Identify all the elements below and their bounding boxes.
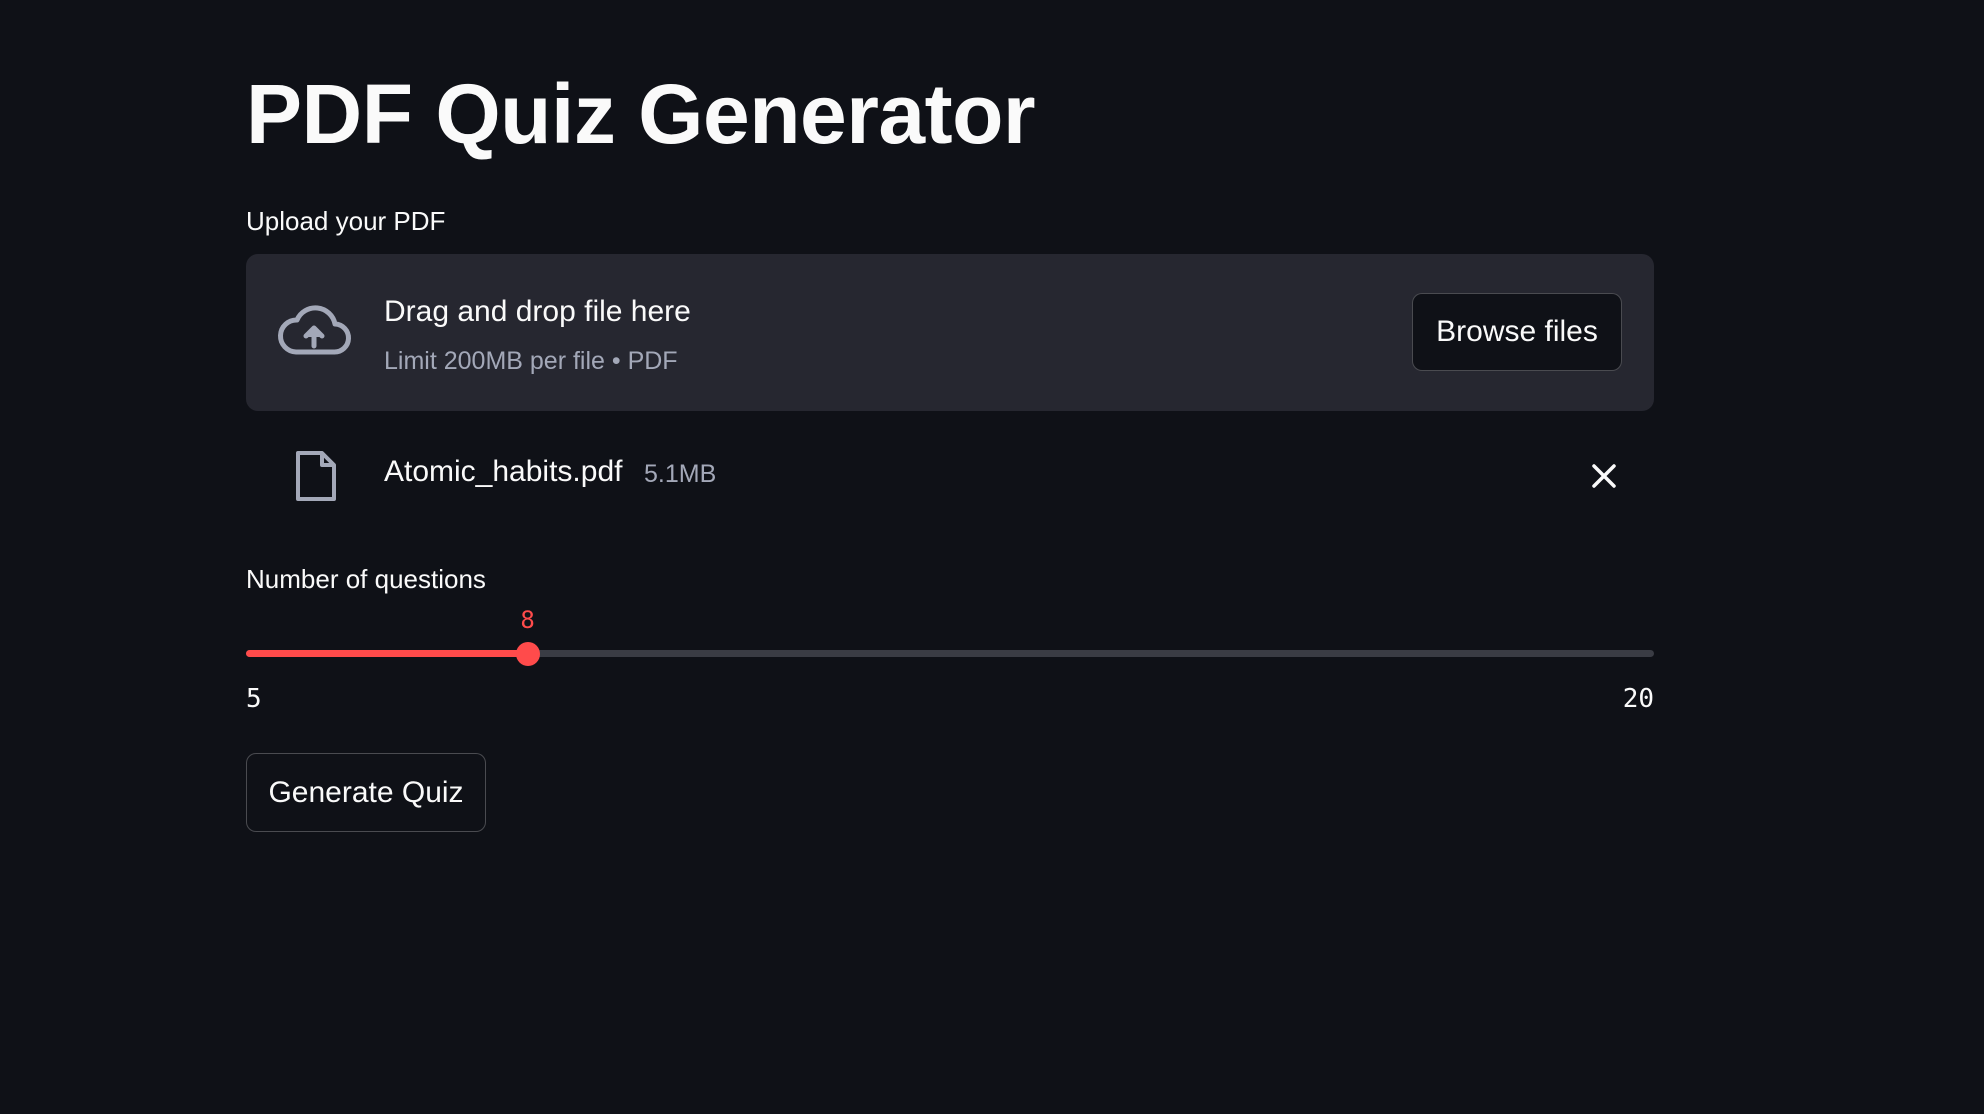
file-name: Atomic_habits.pdf bbox=[384, 455, 623, 488]
slider-track[interactable] bbox=[246, 650, 1654, 657]
cloud-upload-icon bbox=[278, 305, 351, 355]
remove-file-button[interactable] bbox=[1582, 454, 1626, 498]
generate-quiz-button[interactable]: Generate Quiz bbox=[246, 753, 486, 832]
slider-track-fill bbox=[246, 650, 528, 657]
dropzone-subtitle: Limit 200MB per file • PDF bbox=[384, 347, 678, 375]
close-icon bbox=[1592, 464, 1616, 488]
browse-files-button[interactable]: Browse files bbox=[1412, 293, 1622, 371]
slider-thumb[interactable] bbox=[515, 642, 540, 666]
slider-max-label: 20 bbox=[1622, 684, 1654, 714]
questions-label: Number of questions bbox=[246, 564, 486, 594]
slider-min-label: 5 bbox=[246, 684, 262, 714]
dropzone-title: Drag and drop file here bbox=[384, 295, 691, 328]
file-icon bbox=[296, 451, 336, 501]
slider-current-value: 8 bbox=[520, 606, 535, 634]
page-title: PDF Quiz Generator bbox=[246, 67, 1036, 161]
questions-slider[interactable]: 8 5 20 bbox=[246, 600, 1654, 720]
file-dropzone[interactable]: Drag and drop file here Limit 200MB per … bbox=[246, 254, 1654, 411]
uploaded-file-row: Atomic_habits.pdf 5.1MB bbox=[246, 440, 1654, 510]
upload-label: Upload your PDF bbox=[246, 206, 446, 236]
file-size: 5.1MB bbox=[644, 460, 717, 488]
